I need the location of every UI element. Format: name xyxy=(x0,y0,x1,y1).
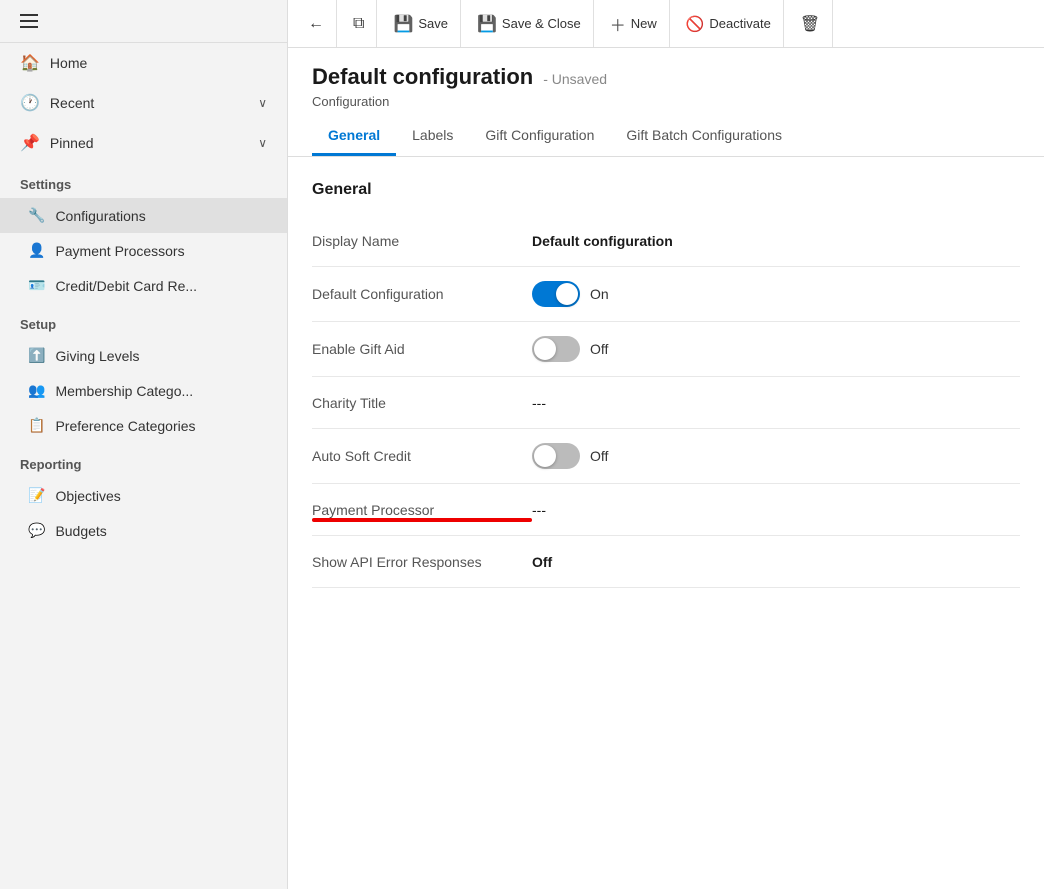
delete-icon: 🗑 xyxy=(800,14,820,34)
membership-icon: 👥 xyxy=(28,382,45,399)
tab-general[interactable]: General xyxy=(312,117,396,156)
deactivate-icon: 🚫 xyxy=(686,15,705,33)
budgets-icon: 💬 xyxy=(28,522,45,539)
sidebar-item-home[interactable]: 🏠 Home xyxy=(0,43,287,83)
sidebar-item-credit-debit[interactable]: 🪪 Credit/Debit Card Re... xyxy=(0,268,287,303)
save-button[interactable]: 💾 Save xyxy=(381,0,461,47)
new-icon: ＋ xyxy=(610,12,626,36)
chevron-down-icon: ∨ xyxy=(258,96,267,110)
default-configuration-toggle-label: On xyxy=(590,286,609,302)
setup-section-title: Setup xyxy=(0,303,287,338)
enable-gift-aid-toggle-container: Off xyxy=(532,336,1020,362)
home-icon: 🏠 xyxy=(20,53,40,73)
sidebar-item-configurations[interactable]: 🔧 Configurations xyxy=(0,198,287,233)
page-type: Configuration xyxy=(312,94,1020,109)
save-close-button[interactable]: 💾 Save & Close xyxy=(465,0,594,47)
back-icon: ← xyxy=(308,15,324,33)
reporting-section-title: Reporting xyxy=(0,443,287,478)
clock-icon: 🕐 xyxy=(20,93,40,113)
sidebar-item-budgets[interactable]: 💬 Budgets xyxy=(0,513,287,548)
content-area: General Display Name Default configurati… xyxy=(288,157,1044,889)
save-close-icon: 💾 xyxy=(477,14,497,34)
open-button[interactable]: ⧉ xyxy=(341,0,377,47)
sidebar-item-recent[interactable]: 🕐 Recent ∨ xyxy=(0,83,287,123)
auto-soft-credit-toggle[interactable] xyxy=(532,443,580,469)
chevron-down-icon: ∨ xyxy=(258,136,267,150)
auto-soft-credit-label: Auto Soft Credit xyxy=(312,448,532,464)
charity-title-value: --- xyxy=(532,395,1020,411)
objectives-icon: 📝 xyxy=(28,487,45,504)
auto-soft-credit-toggle-label: Off xyxy=(590,448,608,464)
main-content: ← ⧉ 💾 Save 💾 Save & Close ＋ New 🚫 Deacti… xyxy=(288,0,1044,889)
field-row-display-name: Display Name Default configuration xyxy=(312,215,1020,267)
display-name-value: Default configuration xyxy=(532,233,1020,249)
field-row-charity-title: Charity Title --- xyxy=(312,377,1020,429)
sidebar-item-objectives[interactable]: 📝 Objectives xyxy=(0,478,287,513)
enable-gift-aid-toggle[interactable] xyxy=(532,336,580,362)
tab-gift-batch-configurations[interactable]: Gift Batch Configurations xyxy=(610,117,798,156)
sidebar: 🏠 Home 🕐 Recent ∨ 📌 Pinned ∨ Settings 🔧 … xyxy=(0,0,288,889)
field-row-payment-processor: Payment Processor --- xyxy=(312,484,1020,536)
charity-title-label: Charity Title xyxy=(312,395,532,411)
delete-button[interactable]: 🗑 xyxy=(788,0,833,47)
default-configuration-label: Default Configuration xyxy=(312,286,532,302)
payment-processor-value: --- xyxy=(532,502,1020,518)
default-configuration-toggle[interactable] xyxy=(532,281,580,307)
unsaved-label: - Unsaved xyxy=(543,71,607,87)
general-section-title: General xyxy=(312,181,1020,199)
enable-gift-aid-label: Enable Gift Aid xyxy=(312,341,532,357)
pin-icon: 📌 xyxy=(20,133,40,153)
toggle-knob xyxy=(534,445,556,467)
field-row-default-configuration: Default Configuration On xyxy=(312,267,1020,322)
new-button[interactable]: ＋ New xyxy=(598,0,670,47)
page-title: Default configuration xyxy=(312,64,533,90)
red-annotation-underline xyxy=(312,518,532,522)
tab-gift-configuration[interactable]: Gift Configuration xyxy=(469,117,610,156)
field-row-auto-soft-credit: Auto Soft Credit Off xyxy=(312,429,1020,484)
deactivate-button[interactable]: 🚫 Deactivate xyxy=(674,0,784,47)
default-configuration-toggle-container: On xyxy=(532,281,1020,307)
configurations-icon: 🔧 xyxy=(28,207,45,224)
payment-processor-label: Payment Processor xyxy=(312,502,532,518)
field-row-show-api-error: Show API Error Responses Off xyxy=(312,536,1020,588)
show-api-error-label: Show API Error Responses xyxy=(312,554,532,570)
preference-icon: 📋 xyxy=(28,417,45,434)
sidebar-item-preference-categories[interactable]: 📋 Preference Categories xyxy=(0,408,287,443)
page-header: Default configuration - Unsaved Configur… xyxy=(288,48,1044,157)
back-button[interactable]: ← xyxy=(296,0,337,47)
sidebar-item-pinned[interactable]: 📌 Pinned ∨ xyxy=(0,123,287,163)
tab-labels[interactable]: Labels xyxy=(396,117,469,156)
auto-soft-credit-toggle-container: Off xyxy=(532,443,1020,469)
sidebar-item-giving-levels[interactable]: ⬆️ Giving Levels xyxy=(0,338,287,373)
toolbar: ← ⧉ 💾 Save 💾 Save & Close ＋ New 🚫 Deacti… xyxy=(288,0,1044,48)
sidebar-item-membership-catego[interactable]: 👥 Membership Catego... xyxy=(0,373,287,408)
sidebar-item-payment-processors[interactable]: 👤 Payment Processors xyxy=(0,233,287,268)
card-icon: 🪪 xyxy=(28,277,45,294)
enable-gift-aid-toggle-label: Off xyxy=(590,341,608,357)
hamburger-icon[interactable] xyxy=(16,10,42,32)
open-icon: ⧉ xyxy=(353,15,364,33)
giving-levels-icon: ⬆️ xyxy=(28,347,45,364)
show-api-error-value: Off xyxy=(532,554,1020,570)
field-row-enable-gift-aid: Enable Gift Aid Off xyxy=(312,322,1020,377)
default-configuration-value: On xyxy=(532,281,1020,307)
enable-gift-aid-value: Off xyxy=(532,336,1020,362)
toggle-knob xyxy=(556,283,578,305)
display-name-label: Display Name xyxy=(312,233,532,249)
sidebar-header xyxy=(0,0,287,43)
auto-soft-credit-value: Off xyxy=(532,443,1020,469)
tabs-container: General Labels Gift Configuration Gift B… xyxy=(312,117,1020,156)
payment-processors-icon: 👤 xyxy=(28,242,45,259)
save-icon: 💾 xyxy=(393,14,413,34)
settings-section-title: Settings xyxy=(0,163,287,198)
toggle-knob xyxy=(534,338,556,360)
